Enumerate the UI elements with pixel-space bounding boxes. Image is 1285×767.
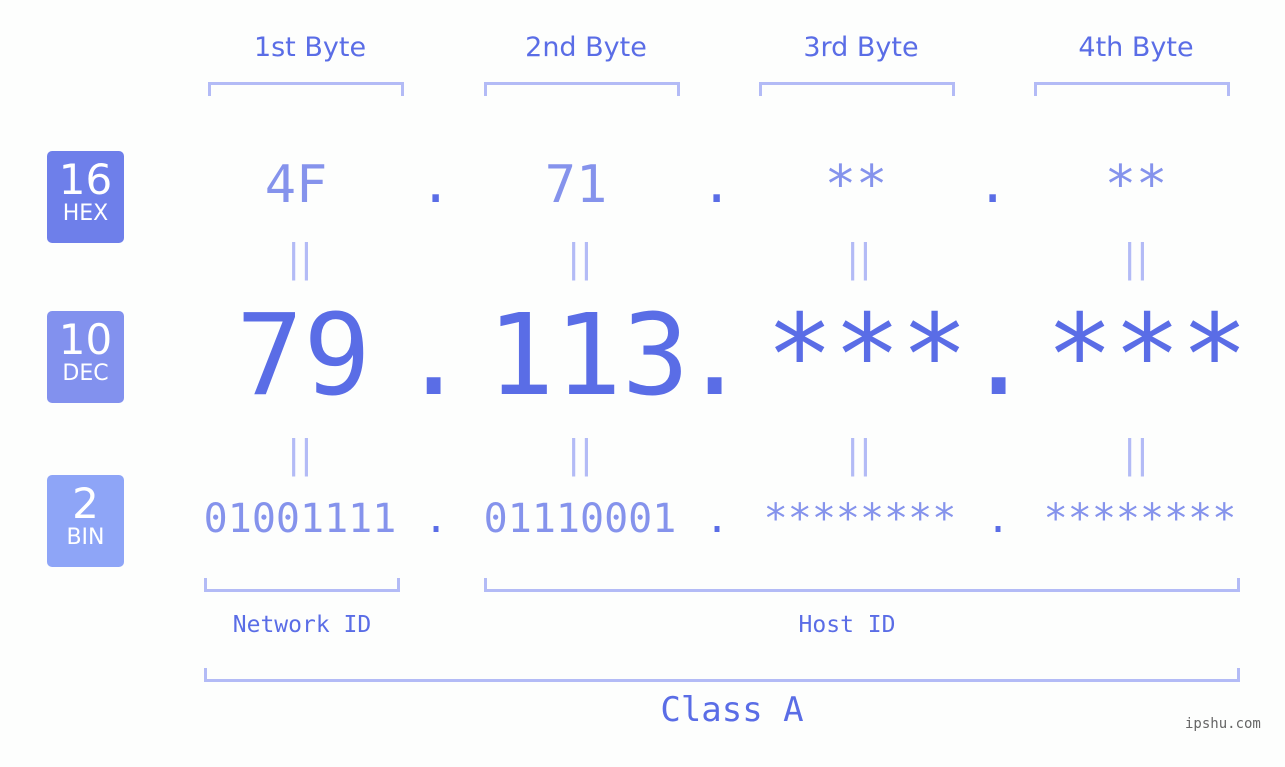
- dec-dot-2: .: [681, 291, 749, 421]
- hex-dot-1: .: [420, 155, 452, 215]
- bin-dot-3: .: [986, 496, 1011, 542]
- host-id-label: Host ID: [798, 612, 896, 638]
- bin-dot-1: .: [424, 496, 449, 542]
- equals-hex-dec-1: ||: [287, 236, 313, 280]
- hex-base-number: 16: [58, 155, 113, 204]
- byte-header-1: 1st Byte: [253, 32, 367, 63]
- bin-base-number: 2: [72, 479, 99, 528]
- dec-byte-3: ***: [766, 291, 969, 421]
- dec-dot-1: .: [400, 291, 468, 421]
- hex-dot-3: .: [977, 155, 1009, 215]
- bin-byte-4: ********: [1043, 496, 1237, 542]
- equals-hex-dec-2: ||: [567, 236, 593, 280]
- byte-header-2: 2nd Byte: [525, 32, 647, 63]
- hex-byte-1: 4F: [264, 155, 328, 215]
- byte-bracket-3: [759, 82, 955, 96]
- class-label: Class A: [660, 690, 804, 730]
- dec-byte-1: 79: [236, 291, 371, 421]
- class-bracket: [204, 668, 1240, 682]
- byte-header-3: 3rd Byte: [803, 32, 919, 63]
- equals-dec-bin-1: ||: [287, 432, 313, 476]
- equals-hex-dec-3: ||: [846, 236, 872, 280]
- bin-base-label: BIN: [66, 525, 105, 550]
- hex-badge: 16 HEX: [47, 151, 124, 243]
- dec-base-label: DEC: [62, 361, 109, 386]
- equals-dec-bin-4: ||: [1123, 432, 1149, 476]
- hex-byte-4: **: [1104, 155, 1168, 215]
- dec-dot-3: .: [965, 291, 1033, 421]
- byte-bracket-4: [1034, 82, 1230, 96]
- hex-base-label: HEX: [62, 201, 109, 226]
- byte-bracket-2: [484, 82, 680, 96]
- equals-dec-bin-3: ||: [846, 432, 872, 476]
- dec-badge: 10 DEC: [47, 311, 124, 403]
- network-id-label: Network ID: [232, 612, 372, 638]
- network-id-bracket: [204, 578, 400, 592]
- equals-dec-bin-2: ||: [567, 432, 593, 476]
- hex-byte-3: **: [824, 155, 888, 215]
- hex-dot-2: .: [701, 155, 733, 215]
- dec-base-number: 10: [58, 315, 113, 364]
- byte-bracket-1: [208, 82, 404, 96]
- watermark: ipshu.com: [1185, 716, 1261, 732]
- bin-badge: 2 BIN: [47, 475, 124, 567]
- dec-byte-4: ***: [1046, 291, 1249, 421]
- bin-dot-2: .: [705, 496, 730, 542]
- hex-byte-2: 71: [544, 155, 608, 215]
- bin-byte-2: 01110001: [483, 496, 677, 542]
- equals-hex-dec-4: ||: [1123, 236, 1149, 280]
- byte-header-4: 4th Byte: [1078, 32, 1194, 63]
- bin-byte-1: 01001111: [203, 496, 397, 542]
- dec-byte-2: 113: [487, 291, 690, 421]
- host-id-bracket: [484, 578, 1240, 592]
- bin-byte-3: ********: [763, 496, 957, 542]
